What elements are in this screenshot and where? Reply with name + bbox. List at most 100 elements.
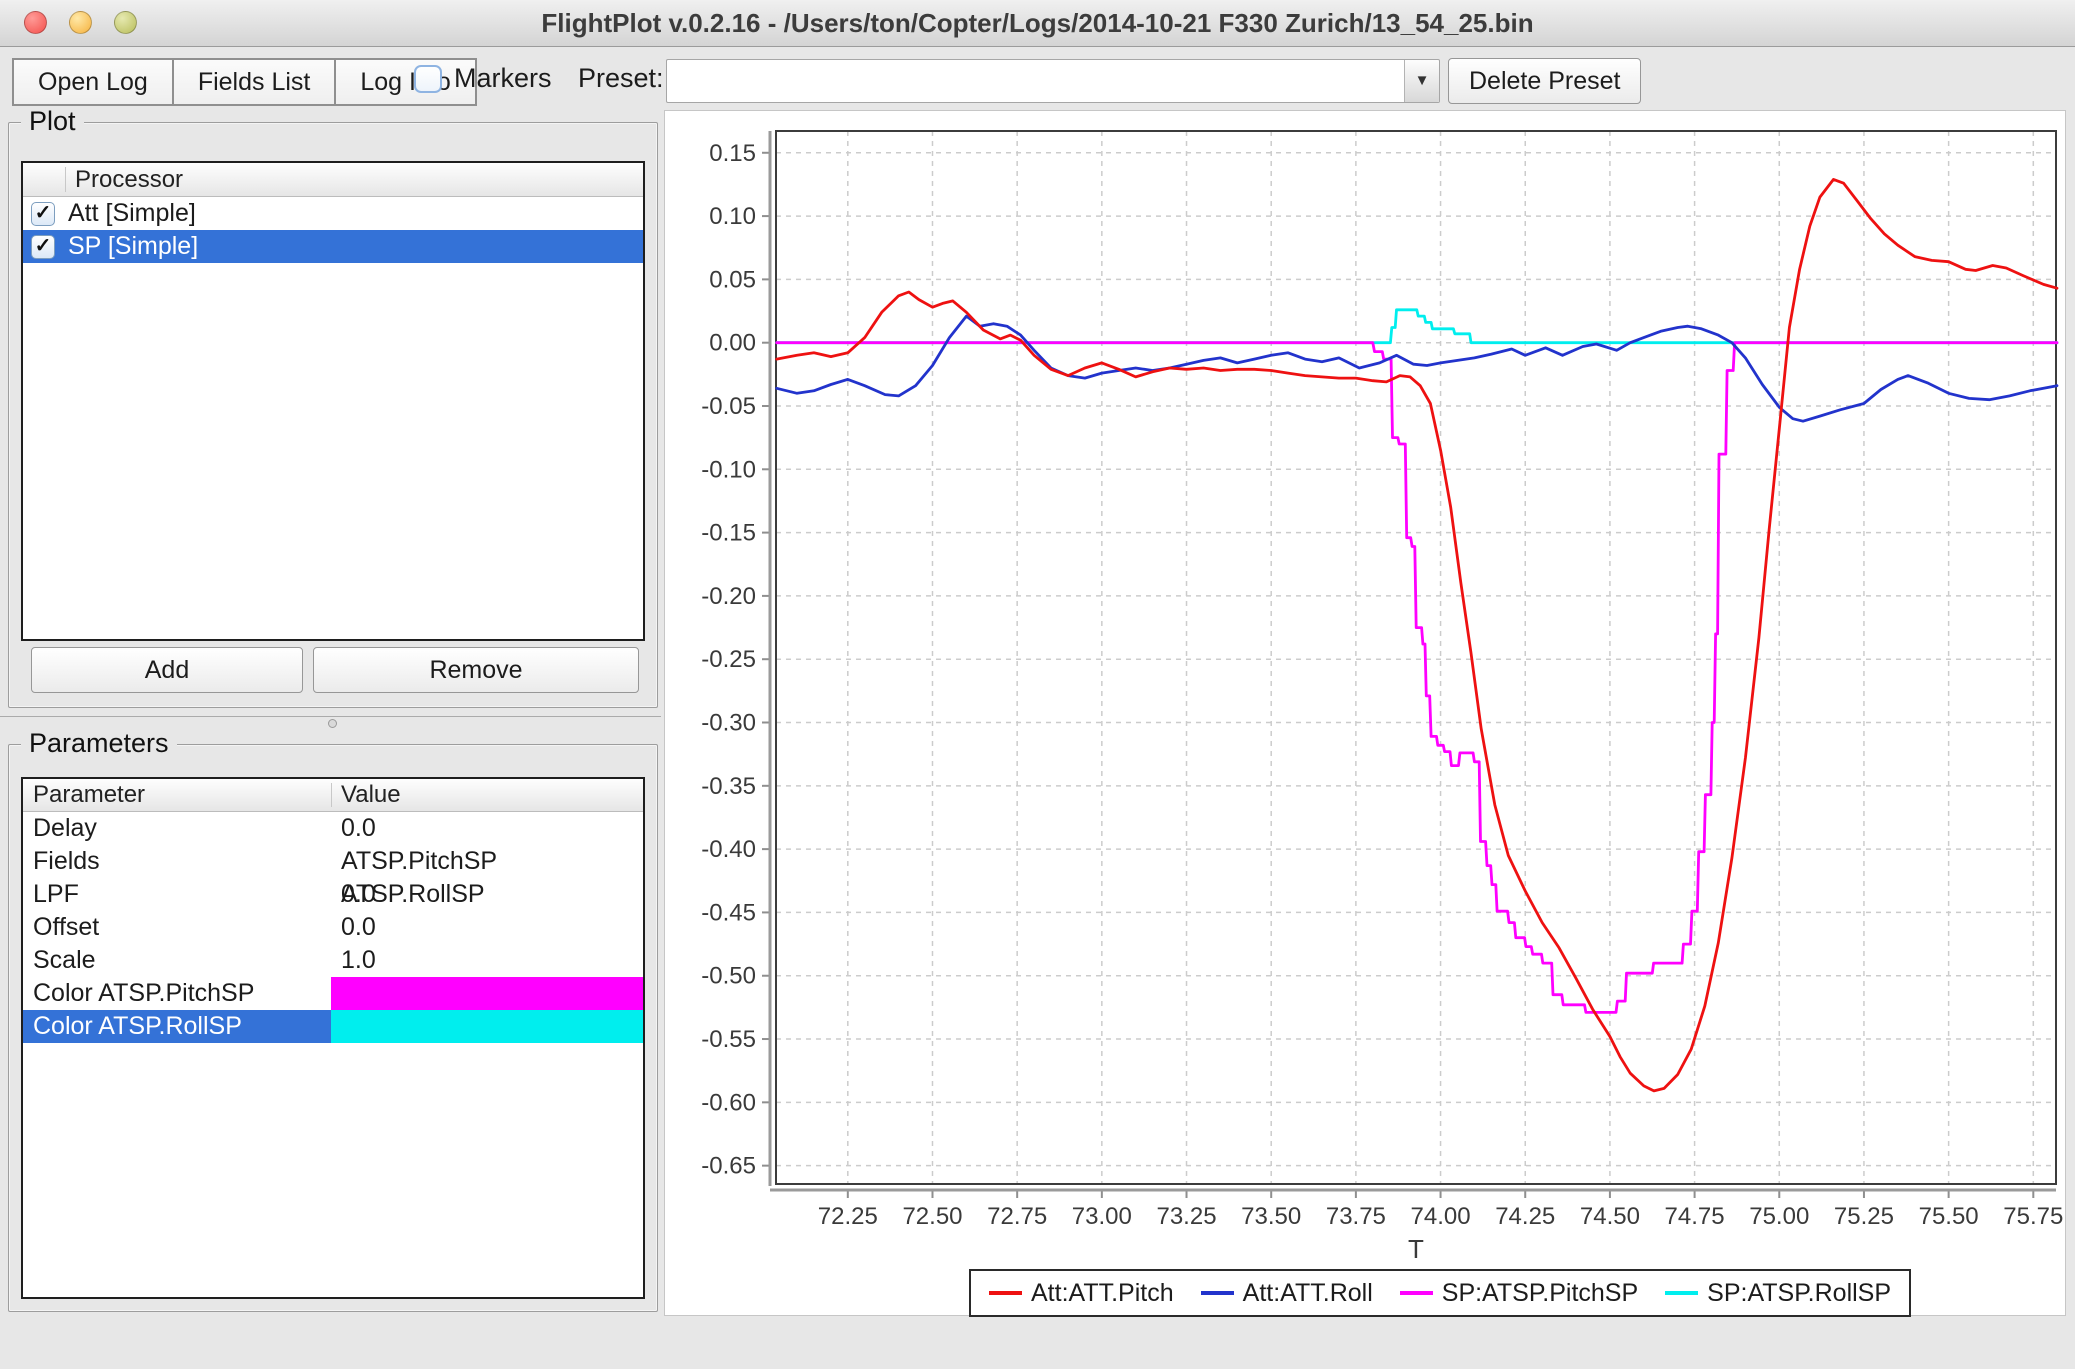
toolbar: Open Log Fields List Log Info Markers Pr… — [0, 47, 2075, 113]
param-name: LPF — [33, 880, 79, 908]
parameter-column-header: Parameter — [33, 781, 146, 808]
plot-group-title: Plot — [21, 106, 84, 137]
svg-text:75.50: 75.50 — [1919, 1203, 1979, 1230]
svg-text:-0.20: -0.20 — [701, 583, 756, 610]
chart-legend: Att:ATT.Pitch Att:ATT.Roll SP:ATSP.Pitch… — [969, 1269, 1912, 1317]
param-row-color-rollsp[interactable]: Color ATSP.RollSP — [23, 1010, 643, 1043]
preset-label: Preset: — [578, 63, 664, 93]
legend-label: Att:ATT.Pitch — [1031, 1278, 1174, 1307]
svg-text:72.25: 72.25 — [818, 1203, 878, 1230]
parameters-table: Parameter Value Delay 0.0 Fields ATSP.Pi… — [21, 777, 645, 1299]
param-value[interactable]: 0.0 — [331, 878, 643, 911]
att-row-label: Att [Simple] — [68, 199, 196, 227]
legend-item-att-roll: Att:ATT.Roll — [1200, 1278, 1373, 1308]
parameters-group-title: Parameters — [21, 728, 177, 759]
processor-column-header: Processor — [75, 166, 184, 193]
param-value[interactable]: ATSP.PitchSP ATSP.RollSP — [331, 845, 643, 908]
preset-dropdown-button[interactable]: ▼ — [1404, 60, 1439, 102]
svg-text:-0.05: -0.05 — [701, 393, 756, 420]
pitchsp-color-swatch[interactable] — [331, 977, 643, 1010]
svg-text:75.25: 75.25 — [1834, 1203, 1894, 1230]
table-row-att[interactable]: ✓ Att [Simple] — [23, 197, 643, 230]
rollsp-color-swatch[interactable] — [331, 1010, 643, 1043]
param-row-color-pitchsp[interactable]: Color ATSP.PitchSP — [23, 977, 643, 1010]
window-title: FlightPlot v.0.2.16 - /Users/ton/Copter/… — [541, 8, 1534, 38]
flightplot-window: { "window": { "title": "FlightPlot v.0.2… — [0, 0, 2075, 1369]
roll-line-swatch — [1200, 1291, 1234, 1295]
svg-text:-0.40: -0.40 — [701, 836, 756, 863]
chevron-down-icon: ▼ — [1414, 72, 1430, 89]
sp-checkbox[interactable]: ✓ — [31, 234, 55, 259]
param-name: Color ATSP.PitchSP — [33, 979, 255, 1007]
svg-text:0.05: 0.05 — [709, 266, 756, 293]
svg-text:74.75: 74.75 — [1665, 1203, 1725, 1230]
chart-canvas[interactable]: 0.15 0.10 0.05 0.00 -0.05 -0.10 -0.15 -0.20 -0.2… — [665, 111, 2067, 1317]
open-log-button[interactable]: Open Log — [14, 60, 172, 104]
param-row-scale[interactable]: Scale 1.0 — [23, 944, 643, 977]
svg-text:72.75: 72.75 — [987, 1203, 1047, 1230]
pitch-line-swatch — [989, 1291, 1022, 1295]
legend-item-sp-pitchsp: SP:ATSP.PitchSP — [1399, 1278, 1639, 1308]
svg-text:75.75: 75.75 — [2003, 1203, 2063, 1230]
param-value[interactable]: 0.0 — [331, 911, 643, 944]
preset-input[interactable] — [673, 62, 1397, 100]
svg-text:-0.60: -0.60 — [701, 1089, 756, 1116]
param-name: Scale — [33, 946, 96, 974]
preset-combobox[interactable]: ▼ — [666, 59, 1440, 103]
value-column-header: Value — [341, 781, 401, 808]
svg-text:-0.25: -0.25 — [701, 646, 756, 673]
param-row-delay[interactable]: Delay 0.0 — [23, 812, 643, 845]
column-separator — [65, 167, 66, 192]
param-row-fields[interactable]: Fields ATSP.PitchSP ATSP.RollSP — [23, 845, 643, 908]
svg-text:-0.45: -0.45 — [701, 899, 756, 926]
fields-list-button[interactable]: Fields List — [171, 60, 335, 104]
param-value[interactable]: 0.0 — [331, 812, 643, 845]
pitchsp-line-swatch — [1399, 1291, 1433, 1295]
att-checkbox[interactable]: ✓ — [31, 201, 55, 226]
svg-text:73.75: 73.75 — [1326, 1203, 1386, 1230]
remove-button[interactable]: Remove — [313, 647, 639, 693]
svg-text:0.10: 0.10 — [709, 203, 756, 230]
legend-item-att-pitch: Att:ATT.Pitch — [989, 1279, 1174, 1308]
plot-groupbox: Plot Processor ✓ Att [Simple] ✓ SP [Simp… — [8, 106, 658, 708]
svg-text:73.50: 73.50 — [1241, 1203, 1301, 1230]
param-name: Offset — [33, 913, 100, 941]
splitter-divider[interactable] — [0, 716, 661, 717]
svg-text:-0.30: -0.30 — [701, 710, 756, 737]
parameters-groupbox: Parameters Parameter Value Delay 0.0 Fie… — [8, 728, 658, 1312]
processor-table-header[interactable]: Processor — [23, 163, 643, 197]
table-row-sp[interactable]: ✓ SP [Simple] — [23, 230, 643, 263]
svg-text:-0.35: -0.35 — [701, 773, 756, 800]
svg-text:75.00: 75.00 — [1749, 1203, 1809, 1230]
svg-text:74.25: 74.25 — [1495, 1203, 1555, 1230]
delete-preset-button[interactable]: Delete Preset — [1448, 58, 1642, 104]
chart-panel: 0.15 0.10 0.05 0.00 -0.05 -0.10 -0.15 -0.20 -0.2… — [664, 110, 2067, 1317]
svg-text:T: T — [1408, 1234, 1424, 1264]
legend-label: SP:ATSP.PitchSP — [1441, 1278, 1639, 1307]
svg-text:-0.55: -0.55 — [701, 1026, 756, 1053]
toolbar-button-group: Open Log Fields List Log Info — [12, 58, 477, 106]
svg-text:74.00: 74.00 — [1411, 1203, 1471, 1230]
parameters-table-header[interactable]: Parameter Value — [23, 779, 643, 812]
param-row-offset[interactable]: Offset 0.0 — [23, 911, 643, 944]
svg-text:0.15: 0.15 — [709, 140, 756, 167]
svg-text:0.00: 0.00 — [709, 330, 756, 357]
legend-label: Att:ATT.Roll — [1242, 1278, 1373, 1307]
param-name: Delay — [33, 814, 97, 842]
param-row-lpf[interactable]: LPF 0.0 — [23, 878, 643, 911]
svg-text:-0.15: -0.15 — [701, 520, 756, 547]
svg-text:-0.10: -0.10 — [701, 456, 756, 483]
param-value[interactable]: 1.0 — [331, 944, 643, 977]
rollsp-line-swatch — [1665, 1291, 1699, 1295]
sp-row-label: SP [Simple] — [68, 232, 199, 260]
legend-label: SP:ATSP.RollSP — [1707, 1278, 1892, 1307]
param-name: Fields — [33, 847, 100, 875]
svg-text:72.50: 72.50 — [902, 1203, 962, 1230]
param-name: Color ATSP.RollSP — [23, 1010, 331, 1043]
splitter-handle-icon[interactable] — [328, 719, 337, 728]
add-button[interactable]: Add — [31, 647, 303, 693]
markers-checkbox[interactable] — [414, 65, 442, 93]
svg-text:-0.50: -0.50 — [701, 963, 756, 990]
svg-text:73.25: 73.25 — [1156, 1203, 1216, 1230]
svg-text:-0.65: -0.65 — [701, 1153, 756, 1180]
